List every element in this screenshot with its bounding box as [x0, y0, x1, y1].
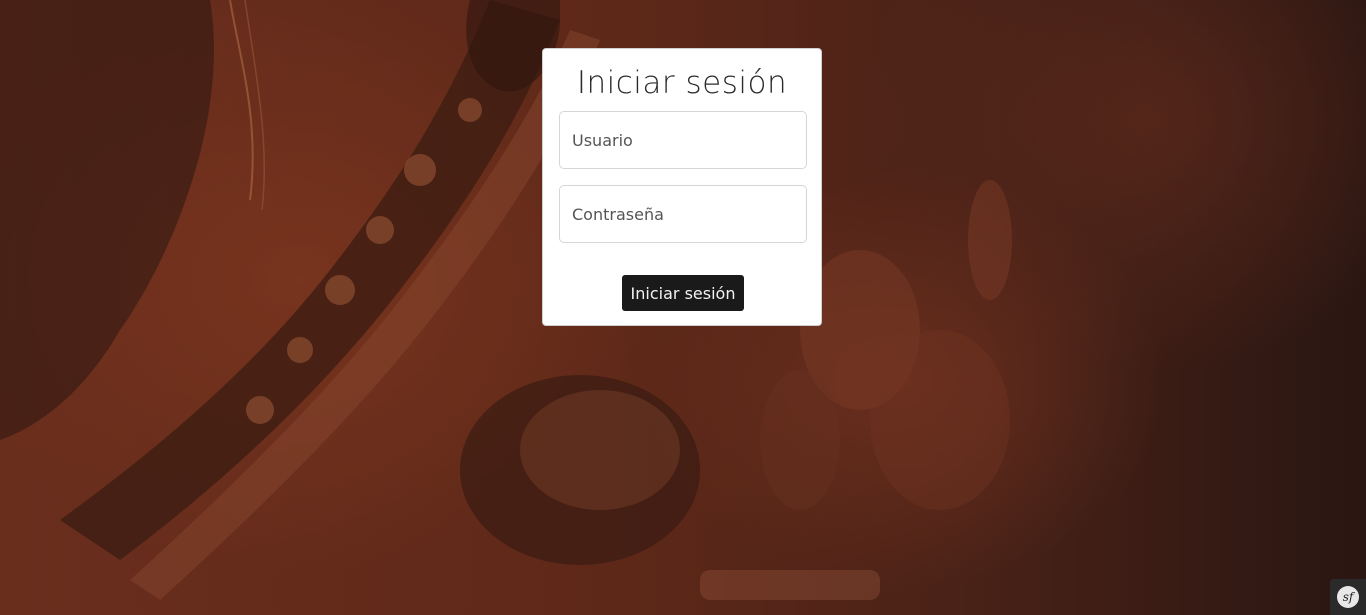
login-submit-button[interactable]: Iniciar sesión — [622, 275, 744, 311]
symfony-logo-icon: sf — [1337, 586, 1359, 608]
login-card: Iniciar sesión Iniciar sesión — [542, 48, 822, 326]
username-input[interactable] — [559, 111, 807, 169]
password-input[interactable] — [559, 185, 807, 243]
symfony-debug-toolbar-toggle[interactable]: sf — [1330, 579, 1366, 615]
login-title: Iniciar sesión — [576, 65, 788, 101]
